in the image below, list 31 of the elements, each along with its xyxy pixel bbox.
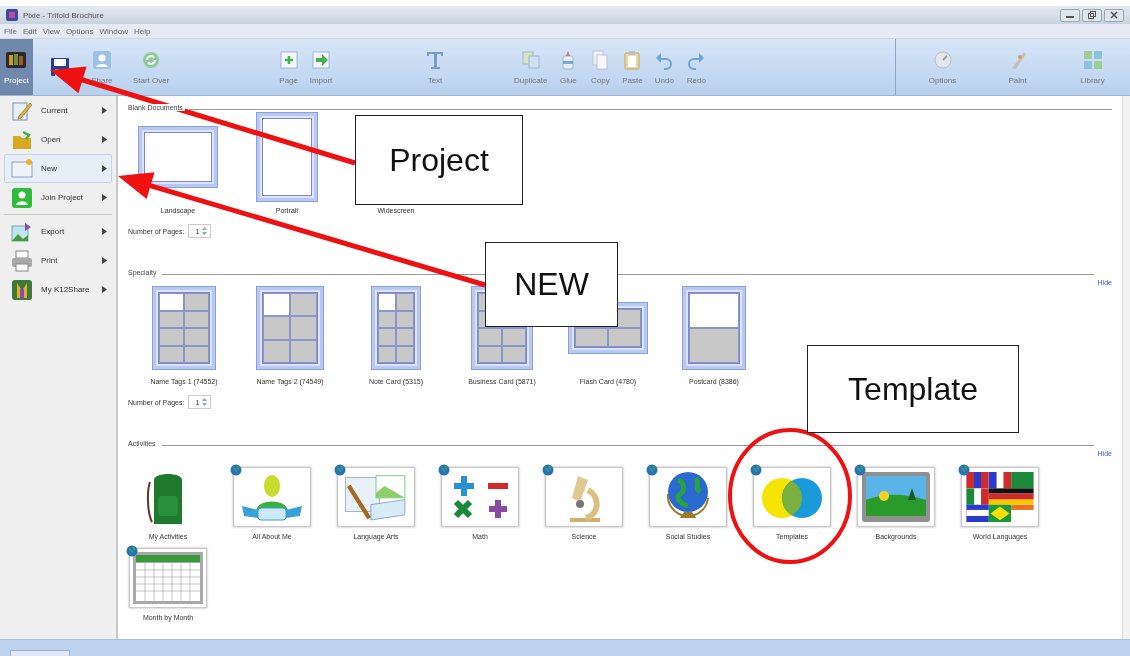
toolbar-button[interactable]: Project: [0, 39, 33, 95]
project-menu-item[interactable]: My K12Share: [4, 275, 112, 304]
toolbar-button[interactable]: Page: [273, 39, 304, 95]
project-menu-item[interactable]: Open: [4, 125, 112, 154]
project-menu-item[interactable]: Export: [4, 217, 112, 246]
toolbar-button[interactable]: Options: [905, 39, 980, 95]
window-title: Pixie - Trifold Brochure: [23, 10, 104, 20]
toolbar-button[interactable]: Import: [305, 39, 337, 95]
toolbar-button[interactable]: Copy: [585, 39, 616, 95]
menu-item[interactable]: Edit: [22, 26, 37, 36]
menu-item[interactable]: Window: [99, 26, 128, 36]
menu-item[interactable]: File: [4, 26, 17, 36]
project-menu-item[interactable]: Print: [4, 246, 112, 275]
menu-item[interactable]: Options: [65, 26, 94, 36]
toolbar-button[interactable]: Library: [1055, 39, 1130, 95]
project-menu-item[interactable]: Current: [4, 96, 112, 125]
annotation-tooltip: NEW: [485, 242, 618, 327]
toolbar-button[interactable]: Paint: [980, 39, 1055, 95]
toolbar-button[interactable]: Start Over: [128, 39, 174, 95]
toolbar-button[interactable]: Undo: [649, 39, 680, 95]
menu-item[interactable]: Help: [133, 26, 151, 36]
toolbar-button[interactable]: Duplicate: [510, 39, 552, 95]
toolbar-button[interactable]: Glue: [553, 39, 584, 95]
annotation-tooltip: Project: [355, 115, 523, 205]
menu-item[interactable]: View: [42, 26, 60, 36]
toolbar-button[interactable]: Paste: [617, 39, 648, 95]
annotation-tooltip: Template: [807, 345, 1019, 433]
toolbar-button[interactable]: Redo: [681, 39, 712, 95]
project-menu-item[interactable]: Join Project: [4, 183, 112, 212]
toolbar-button[interactable]: Text: [420, 39, 450, 95]
project-menu-item[interactable]: New: [4, 154, 112, 183]
